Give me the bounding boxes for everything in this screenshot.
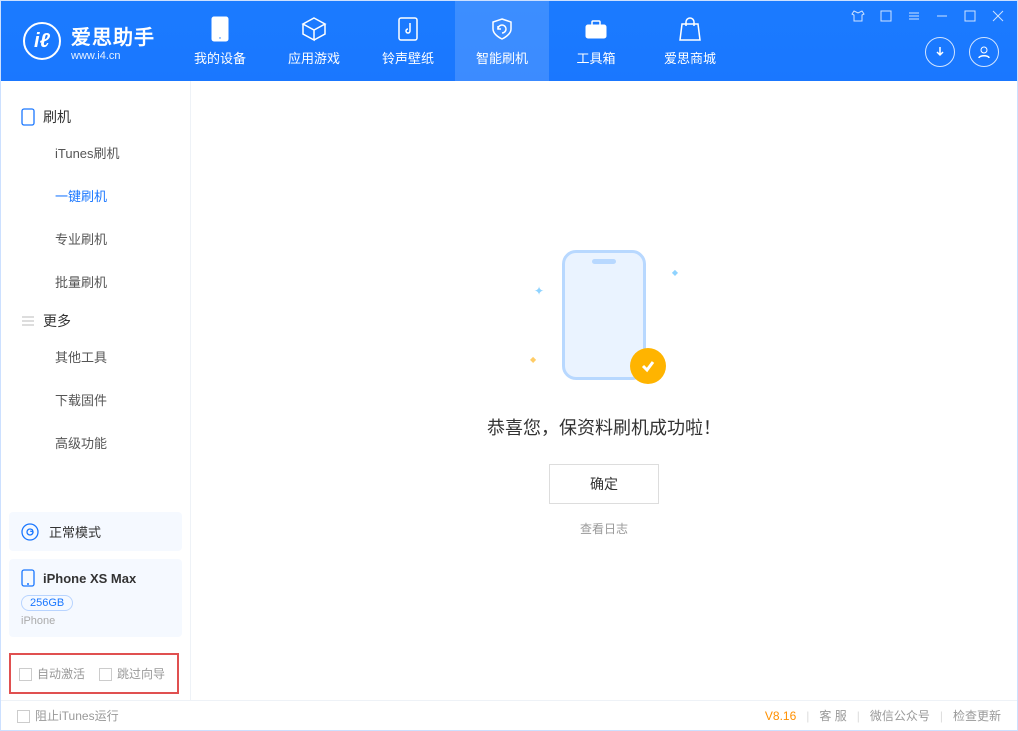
group-label: 更多 [43,311,71,331]
window-controls [851,9,1005,28]
nav-label: 工具箱 [576,48,615,67]
skin-icon[interactable] [879,9,893,28]
nav-store[interactable]: 爱思商城 [643,1,737,81]
version-label: V8.16 [765,709,796,723]
sidebar-group-more: 更多 [1,303,190,335]
nav-label: 智能刷机 [476,48,528,67]
app-subtitle: www.i4.cn [71,50,155,62]
status-bar: 阻止iTunes运行 V8.16 | 客 服 | 微信公众号 | 检查更新 [1,700,1017,730]
check-update-link[interactable]: 检查更新 [953,707,1001,724]
nav-apps[interactable]: 应用游戏 [267,1,361,81]
wechat-link[interactable]: 微信公众号 [870,707,930,724]
sidebar-item-firmware[interactable]: 下载固件 [1,378,190,421]
nav-device[interactable]: 我的设备 [173,1,267,81]
app-header: iℓ 爱思助手 www.i4.cn 我的设备 应用游戏 铃声壁纸 智能刷机 工具… [1,1,1017,81]
sidebar-item-other[interactable]: 其他工具 [1,335,190,378]
group-label: 刷机 [43,107,71,127]
user-button[interactable] [969,37,999,67]
toolbox-icon [583,16,609,42]
ok-button[interactable]: 确定 [549,464,659,504]
app-title: 爱思助手 [71,21,155,50]
success-message: 恭喜您，保资料刷机成功啦！ [487,414,721,440]
success-illustration: ✦ ◆ ◆ [524,244,684,394]
device-capacity: 256GB [21,595,73,611]
status-label: 正常模式 [49,522,101,541]
main-content: ✦ ◆ ◆ 恭喜您，保资料刷机成功啦！ 确定 查看日志 [191,81,1017,700]
sidebar-group-flash: 刷机 [1,99,190,131]
nav-label: 铃声壁纸 [382,48,434,67]
sidebar: 刷机 iTunes刷机 一键刷机 专业刷机 批量刷机 更多 其他工具 下载固件 … [1,81,191,700]
nav-ringtone[interactable]: 铃声壁纸 [361,1,455,81]
checkbox-block-itunes[interactable]: 阻止iTunes运行 [17,707,119,724]
device-card[interactable]: iPhone XS Max 256GB iPhone [9,559,182,637]
device-type: iPhone [21,615,170,627]
minimize-icon[interactable] [935,9,949,28]
shirt-icon[interactable] [851,9,865,28]
device-status: 正常模式 [9,512,182,551]
sidebar-item-batch[interactable]: 批量刷机 [1,260,190,303]
view-log-link[interactable]: 查看日志 [580,520,628,537]
nav-flash[interactable]: 智能刷机 [455,1,549,81]
sync-icon [21,523,39,541]
refresh-shield-icon [489,16,515,42]
phone-small-icon [21,108,35,126]
flash-options: 自动激活 跳过向导 [9,653,179,694]
logo: iℓ 爱思助手 www.i4.cn [1,1,173,81]
checkbox-auto-activate[interactable]: 自动激活 [19,665,85,682]
nav-tools[interactable]: 工具箱 [549,1,643,81]
nav-label: 应用游戏 [288,48,340,67]
bag-icon [677,16,703,42]
sparkle-icon: ◆ [530,355,536,364]
device-icon [21,569,35,587]
sidebar-item-onekey[interactable]: 一键刷机 [1,174,190,217]
logo-icon: iℓ [23,22,61,60]
sparkle-icon: ✦ [534,284,544,298]
sidebar-item-pro[interactable]: 专业刷机 [1,217,190,260]
phone-icon [207,16,233,42]
close-icon[interactable] [991,9,1005,28]
nav-label: 爱思商城 [664,48,716,67]
success-check-icon [630,348,666,384]
sparkle-icon: ◆ [672,268,678,277]
customer-service-link[interactable]: 客 服 [819,707,846,724]
list-icon [21,314,35,328]
cube-icon [301,16,327,42]
menu-icon[interactable] [907,9,921,28]
nav-label: 我的设备 [194,48,246,67]
top-nav: 我的设备 应用游戏 铃声壁纸 智能刷机 工具箱 爱思商城 [173,1,737,81]
music-icon [395,16,421,42]
checkbox-skip-wizard[interactable]: 跳过向导 [99,665,165,682]
download-button[interactable] [925,37,955,67]
sidebar-item-itunes[interactable]: iTunes刷机 [1,131,190,174]
maximize-icon[interactable] [963,9,977,28]
sidebar-item-advanced[interactable]: 高级功能 [1,421,190,464]
device-name: iPhone XS Max [43,571,136,586]
